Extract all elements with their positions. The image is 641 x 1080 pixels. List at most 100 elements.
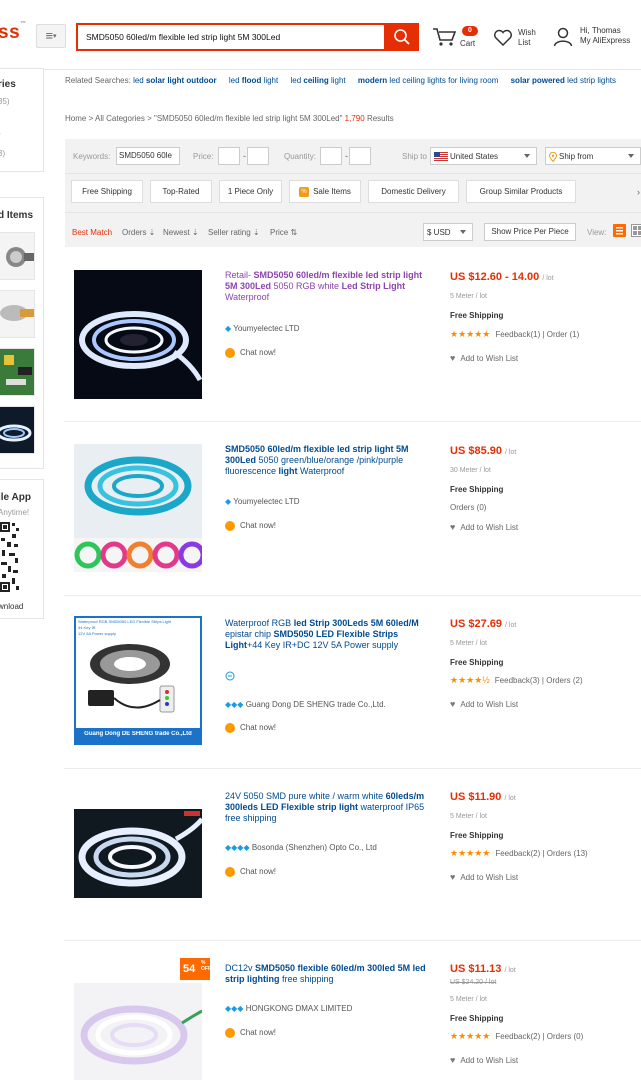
product-image[interactable]	[74, 809, 202, 898]
add-to-wishlist-link[interactable]: ♥ Add to Wish List	[450, 699, 518, 709]
product-item[interactable]: 54% OFF DC12v SMD5050 flexible 60led/m 30…	[64, 941, 641, 1080]
search-input[interactable]	[76, 23, 385, 51]
sort-price[interactable]: Price ⇅	[270, 228, 297, 237]
account-link[interactable]: My AliExpress	[580, 36, 630, 46]
product-rating[interactable]: ★★★★★ Feedback(1) | Order (1)	[450, 329, 579, 340]
product-rating[interactable]: ★★★★★ Feedback(2) | Orders (13)	[450, 848, 588, 859]
store-link[interactable]: ◆◆◆ HONGKONG DMAX LIMITED	[225, 1004, 352, 1013]
sort-seller-rating[interactable]: Seller rating ⇣	[208, 228, 260, 237]
related-item-thumbnail[interactable]	[0, 348, 35, 396]
grid-view-icon[interactable]	[631, 224, 641, 237]
account-menu[interactable]: Hi, Thomas My AliExpress	[553, 23, 641, 53]
chat-now-button[interactable]: Chat now!	[225, 521, 276, 531]
add-to-wishlist-link[interactable]: ♥ Add to Wish List	[450, 522, 518, 532]
logo[interactable]: ss™	[0, 21, 27, 44]
product-image[interactable]	[74, 444, 202, 572]
chat-label: Chat now!	[240, 521, 277, 531]
sidebar-related-items-title: d Items	[0, 210, 34, 221]
filter-free-shipping[interactable]: Free Shipping	[71, 180, 143, 203]
product-item[interactable]: Waterproof RGB SMD5050 LED Flexible Stri…	[64, 596, 641, 769]
related-search-link[interactable]: led ceiling light	[290, 76, 345, 85]
original-price: US $24.20 / lot	[450, 979, 497, 986]
chat-icon	[225, 1028, 235, 1038]
chat-label: Chat now!	[240, 723, 277, 733]
product-title[interactable]: Retail- SMD5050 60led/m flexible led str…	[225, 270, 437, 303]
store-link[interactable]: ◆ Youmyelectec LTD	[225, 324, 300, 333]
sidebar-category-count[interactable]: 35)	[0, 97, 10, 106]
rating-stars: ★★★★★	[450, 848, 491, 858]
related-search-link[interactable]: led flood light	[229, 76, 278, 85]
ship-to-select[interactable]: United States	[430, 147, 537, 165]
price-min-input[interactable]	[218, 147, 240, 165]
filter-domestic-delivery[interactable]: Domestic Delivery	[368, 180, 459, 203]
related-item-thumbnail[interactable]	[0, 290, 35, 338]
show-price-per-piece-button[interactable]: Show Price Per Piece	[484, 223, 576, 241]
related-item-thumbnail[interactable]	[0, 406, 35, 454]
product-item[interactable]: 24V 5050 SMD pure white / warm white 60l…	[64, 769, 641, 941]
category-menu-button[interactable]: ≡▾	[36, 24, 66, 48]
qr-code-image[interactable]	[0, 520, 20, 594]
store-name: Youmyelectec LTD	[233, 497, 300, 506]
product-item[interactable]: SMD5050 60led/m flexible led strip light…	[64, 422, 641, 596]
product-rating[interactable]: ★★★★★ Feedback(2) | Orders (0)	[450, 1031, 583, 1042]
product-image[interactable]: Waterproof RGB SMD5050 LED Flexible Stri…	[74, 616, 202, 745]
chat-now-button[interactable]: Chat now!	[225, 867, 276, 877]
wishlist-label: Wish List	[518, 28, 536, 47]
related-search-link[interactable]: modern led ceiling lights for living roo…	[358, 76, 499, 85]
related-searches: Related Searches: led solar light outdoo…	[65, 75, 641, 87]
search-button[interactable]	[384, 23, 419, 51]
price-max-input[interactable]	[247, 147, 269, 165]
add-to-wishlist-link[interactable]: ♥ Add to Wish List	[450, 353, 518, 363]
app-download-link[interactable]: wnload	[0, 602, 23, 611]
sidebar-category-count[interactable]: 3)	[0, 149, 5, 158]
sort-best-match[interactable]: Best Match	[72, 228, 112, 237]
product-quantity: 5 Meter / lot	[450, 813, 487, 820]
product-quantity: 5 Meter / lot	[450, 996, 487, 1003]
compare-icon[interactable]	[225, 671, 235, 683]
product-title[interactable]: DC12v SMD5050 flexible 60led/m 300led 5M…	[225, 963, 437, 985]
related-item-thumbnail[interactable]	[0, 232, 35, 280]
wishlist-button[interactable]: Wish List	[493, 24, 545, 52]
store-link[interactable]: ◆◆◆ Guang Dong DE SHENG trade Co.,Ltd.	[225, 700, 386, 709]
chat-now-button[interactable]: Chat now!	[225, 1028, 276, 1038]
add-to-wishlist-link[interactable]: ♥ Add to Wish List	[450, 1055, 518, 1065]
product-item[interactable]: Retail- SMD5050 60led/m flexible led str…	[64, 248, 641, 422]
filter-group-similar[interactable]: Group Similar Products	[466, 180, 576, 203]
add-to-wishlist-link[interactable]: ♥ Add to Wish List	[450, 872, 518, 882]
sale-items-label: Sale Items	[313, 187, 351, 196]
keywords-input[interactable]: SMD5050 60le	[116, 147, 180, 165]
sidebar-category-count[interactable]: )	[0, 129, 1, 138]
product-title[interactable]: Waterproof RGB led Strip 300Leds 5M 60le…	[225, 618, 437, 651]
product-title[interactable]: SMD5050 60led/m flexible led strip light…	[225, 444, 437, 477]
cart-button[interactable]: 0 Cart	[432, 24, 484, 52]
ship-from-select[interactable]: Ship from	[545, 147, 641, 165]
quantity-min-input[interactable]	[320, 147, 342, 165]
caret-down-icon: ▾	[53, 33, 57, 40]
breadcrumb-home[interactable]: Home	[65, 114, 86, 123]
chevron-right-icon[interactable]: ›	[637, 187, 640, 197]
sort-orders[interactable]: Orders ⇣	[122, 228, 155, 237]
related-search-link[interactable]: led solar light outdoor	[133, 76, 217, 85]
sort-newest[interactable]: Newest ⇣	[163, 228, 199, 237]
store-link[interactable]: ◆ Youmyelectec LTD	[225, 497, 300, 506]
breadcrumb-all-categories[interactable]: All Categories	[95, 114, 145, 123]
product-title[interactable]: 24V 5050 SMD pure white / warm white 60l…	[225, 791, 437, 824]
store-name: Guang Dong DE SHENG trade Co.,Ltd.	[245, 700, 386, 709]
chat-now-button[interactable]: Chat now!	[225, 723, 276, 733]
product-image[interactable]	[74, 983, 202, 1080]
currency-select[interactable]: $ USD	[423, 223, 473, 241]
filter-one-piece-only[interactable]: 1 Piece Only	[219, 180, 282, 203]
feedback-orders: Feedback(3) | Orders (2)	[494, 676, 583, 685]
hamburger-icon: ≡	[45, 28, 54, 43]
filter-panel: Keywords: SMD5050 60le Price: - Quantity…	[65, 139, 641, 247]
related-search-link[interactable]: solar powered led strip lights	[511, 76, 616, 85]
filter-top-rated[interactable]: Top-Rated	[150, 180, 212, 203]
product-rating[interactable]: ★★★★½ Feedback(3) | Orders (2)	[450, 675, 583, 686]
quantity-max-input[interactable]	[349, 147, 371, 165]
product-image[interactable]	[74, 270, 202, 399]
breadcrumb-query: "SMD5050 60led/m flexible led strip ligh…	[153, 114, 343, 123]
list-view-icon[interactable]	[613, 224, 626, 237]
filter-sale-items[interactable]: % Sale Items	[289, 180, 361, 203]
store-link[interactable]: ◆◆◆◆ Bosonda (Shenzhen) Opto Co., Ltd	[225, 843, 377, 852]
chat-now-button[interactable]: Chat now!	[225, 348, 276, 358]
